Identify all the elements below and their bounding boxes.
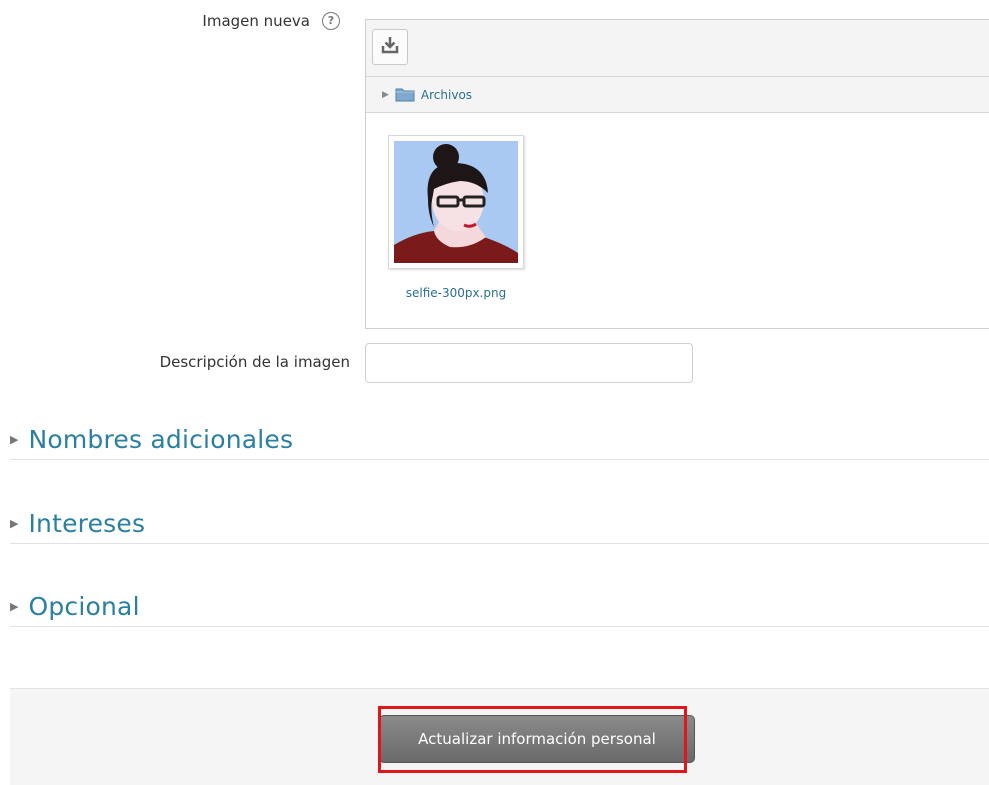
download-button[interactable]	[372, 29, 408, 65]
expand-triangle-icon[interactable]: ▶	[382, 90, 389, 100]
descripcion-label: Descripción de la imagen	[159, 353, 350, 371]
section-nombres-adicionales[interactable]: ▶ Nombres adicionales	[10, 420, 989, 460]
expand-caret-icon: ▶	[10, 600, 19, 613]
section-opcional[interactable]: ▶ Opcional	[10, 587, 989, 627]
file-manager-toolbar	[366, 20, 989, 77]
file-manager: ▶ Archivos selfie-300px.png	[365, 19, 989, 329]
file-name-link[interactable]: selfie-300px.png	[366, 286, 546, 300]
expand-caret-icon: ▶	[10, 433, 19, 446]
section-title: Intereses	[28, 509, 146, 538]
descripcion-input[interactable]	[365, 343, 693, 383]
file-manager-path: ▶ Archivos	[366, 77, 989, 113]
file-manager-content: selfie-300px.png	[366, 113, 989, 328]
help-icon[interactable]: ?	[322, 12, 340, 30]
folder-icon	[395, 87, 415, 102]
file-thumbnail[interactable]	[388, 135, 524, 269]
section-intereses[interactable]: ▶ Intereses	[10, 504, 989, 544]
actualizar-informacion-button[interactable]: Actualizar información personal	[379, 715, 695, 763]
folder-link[interactable]: Archivos	[421, 88, 472, 102]
section-title: Opcional	[28, 592, 140, 621]
edit-profile-page: Imagen nueva ? ▶ Archivos selfie-300px.p…	[0, 0, 989, 785]
imagen-nueva-label-row: Imagen nueva ?	[0, 12, 345, 30]
form-footer: Actualizar información personal	[10, 688, 989, 785]
section-title: Nombres adicionales	[28, 425, 294, 454]
avatar-thumbnail-icon	[394, 141, 518, 263]
imagen-nueva-label: Imagen nueva	[202, 12, 310, 30]
download-icon	[381, 36, 399, 58]
expand-caret-icon: ▶	[10, 517, 19, 530]
